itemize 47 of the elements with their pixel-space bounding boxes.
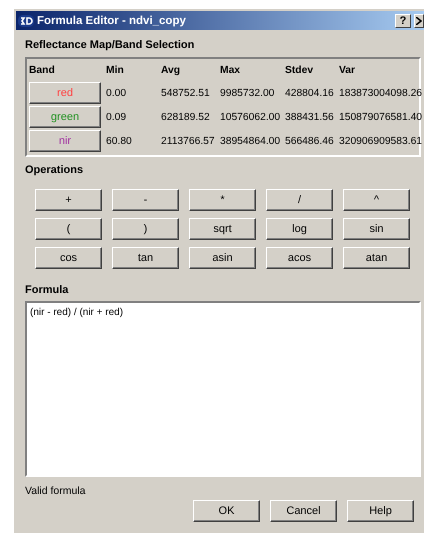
dialog-button[interactable]: OK <box>193 500 260 522</box>
table-cell-text: 38954864.00 <box>220 134 282 148</box>
table-cell-text: 320906909583.61 <box>339 134 422 148</box>
section-heading: Formula <box>25 284 70 296</box>
operator-button[interactable]: + <box>35 189 102 211</box>
table-cell-text: 548752.51 <box>161 86 211 100</box>
section-heading: Reflectance Map/Band Selection <box>25 39 196 51</box>
table-cell-text: 566486.46 <box>285 134 335 148</box>
column-header: Avg <box>161 64 182 78</box>
help-button[interactable]: ? <box>395 14 411 28</box>
operator-button[interactable]: acos <box>266 247 333 269</box>
operator-button[interactable]: sqrt <box>189 218 256 240</box>
table-cell-text: 150879076581.40 <box>339 110 422 124</box>
table-cell-text: 0.09 <box>106 110 128 124</box>
table-cell-text: 628189.52 <box>161 110 211 124</box>
table-cell-text: 2113766.57 <box>161 134 216 148</box>
operator-button[interactable]: * <box>189 189 256 211</box>
table-cell-text: 428804.16 <box>285 86 335 100</box>
section-heading: Operations <box>25 164 84 176</box>
table-cell-text: 9985732.00 <box>220 86 276 100</box>
column-header: Band <box>29 64 56 78</box>
operator-button[interactable]: sin <box>343 218 410 240</box>
band-button[interactable]: nir <box>29 130 101 152</box>
column-header: Stdev <box>285 64 314 78</box>
column-header: Min <box>106 64 125 78</box>
column-header: Var <box>339 64 356 78</box>
operator-button[interactable]: atan <box>343 247 410 269</box>
operator-button[interactable]: ) <box>112 218 179 240</box>
operator-button[interactable]: cos <box>35 247 102 269</box>
table-cell-text: 388431.56 <box>285 110 335 124</box>
window-title: Formula Editor - ndvi_copy <box>37 14 187 26</box>
table-cell-text: 0.00 <box>106 86 128 100</box>
table-cell-text: 60.80 <box>106 134 133 148</box>
operator-button[interactable]: ^ <box>343 189 410 211</box>
operator-button[interactable]: tan <box>112 247 179 269</box>
operator-button[interactable]: asin <box>189 247 256 269</box>
dialog-button[interactable]: Cancel <box>270 500 337 522</box>
status-text: Valid formula <box>25 485 86 497</box>
operator-button[interactable]: ( <box>35 218 102 240</box>
operator-button[interactable]: / <box>266 189 333 211</box>
dialog-button[interactable]: Help <box>347 500 414 522</box>
operator-button[interactable]: - <box>112 189 179 211</box>
operator-button[interactable]: log <box>266 218 333 240</box>
table-cell-text: 183873004098.26 <box>339 86 422 100</box>
formula-field[interactable]: (nir - red) / (nir + red) <box>25 301 421 477</box>
table-cell-text: 10576062.00 <box>220 110 282 124</box>
column-header: Max <box>220 64 242 78</box>
